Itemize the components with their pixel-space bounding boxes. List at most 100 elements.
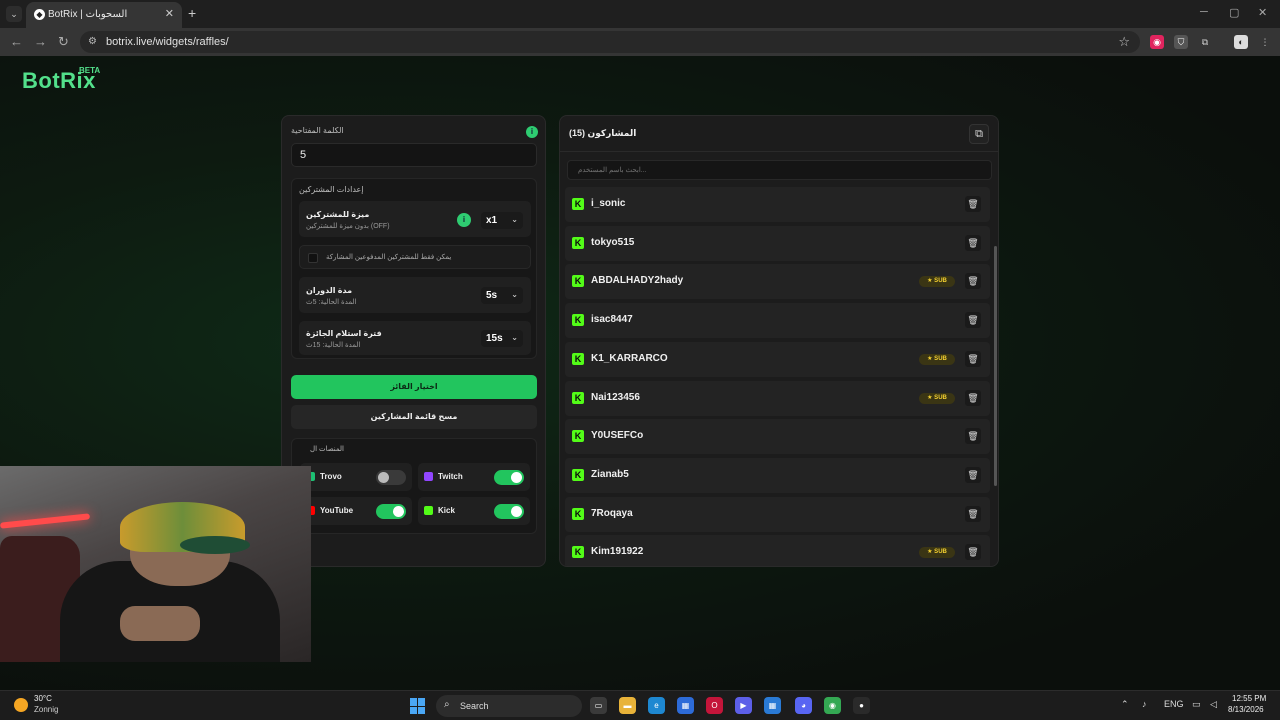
settings-title: إعدادات المشتركين [299,185,364,194]
media-icon[interactable]: ▶ [735,697,752,714]
kick-toggle[interactable] [494,504,524,519]
microphone-icon[interactable]: ♪ [1142,699,1147,709]
youtube-toggle[interactable] [376,504,406,519]
subs-only-row[interactable]: يمكن فقط للمشتركين المدفوعين المشاركة [299,245,531,269]
minimize-button[interactable]: ─ [1200,6,1208,18]
participant-row[interactable]: K K1_KARRARCO ★ SUB 🗑 [565,341,990,377]
site-info-icon[interactable]: ⚙ [88,36,97,47]
trovo-toggle[interactable] [376,470,406,485]
tab-close-icon[interactable]: ✕ [165,7,174,20]
roll-duration-row: مدة الدوران المدة الحالية: 5ث 5s ⌄ [299,277,531,313]
kick-icon: K [572,198,584,210]
trash-icon[interactable]: 🗑 [965,273,981,290]
subs-only-checkbox[interactable] [308,253,318,263]
sub-bonus-select[interactable]: x1 ⌄ [481,212,523,229]
obs-icon[interactable]: ● [853,697,870,714]
participant-row[interactable]: K Zianab5 🗑 [565,457,990,493]
taskbar-search[interactable]: ⌕ Search [436,695,582,717]
forward-button[interactable]: → [34,34,47,49]
back-button[interactable]: ← [10,34,23,49]
browser-tab[interactable]: ◆ BotRix | السحوبات ✕ [26,2,182,28]
platform-trovo: Trovo [300,463,412,491]
clock-time[interactable]: 12:55 PM [1232,694,1266,703]
kick-icon: K [572,391,584,404]
participant-name: Nai123456 [591,391,640,403]
file-explorer-icon[interactable]: ▬ [619,697,636,714]
close-window-button[interactable]: ✕ [1258,6,1267,19]
profile-icon[interactable]: ◐ [1234,35,1248,49]
webcam-overlay [0,466,311,662]
pick-winner-button[interactable]: اختيار الفائز [291,375,537,399]
chrome-icon[interactable]: ◉ [824,697,841,714]
trash-icon[interactable]: 🗑 [965,350,981,367]
sub-bonus-info-icon[interactable]: i [457,213,471,227]
reload-button[interactable]: ↻ [58,34,69,50]
app-grid-icon[interactable]: ▦ [764,697,781,714]
trash-icon[interactable]: 🗑 [965,544,981,561]
extensions-puzzle-icon[interactable]: ⧉ [1198,35,1212,49]
tray-overflow-icon[interactable]: ⌃ [1121,699,1129,710]
trash-icon[interactable]: 🗑 [965,505,981,522]
claim-time-select[interactable]: 15s ⌄ [481,330,523,347]
clear-list-button[interactable]: مسح قائمة المشاركين [291,405,537,429]
windows-taskbar: 30°C Zonnig ⌕ Search ▭ ▬ e ▦ O ▶ ▦ ◕ ◉ ●… [0,690,1280,720]
kick-icon [424,506,433,515]
shield-extension-icon[interactable]: ⛉ [1174,35,1188,49]
keyword-label: الكلمة المفتاحية [291,126,344,135]
chevron-down-icon: ⌄ [511,333,518,342]
platform-name: Twitch [438,472,463,481]
weather-condition[interactable]: Zonnig [34,705,58,714]
sub-bonus-row: ميزة للمشتركين بدون ميزة للمشتركين (OFF)… [299,201,531,237]
sun-icon[interactable] [14,698,28,712]
edge-icon[interactable]: e [648,697,665,714]
trash-icon[interactable]: 🗑 [965,312,981,329]
list-scrollbar[interactable] [994,246,997,486]
platform-kick: Kick [418,497,530,525]
sub-badge: ★ SUB [919,547,955,559]
store-icon[interactable]: ▦ [677,697,694,714]
participant-row[interactable]: Ktokyo515 🗑 [565,225,990,261]
sub-bonus-value: x1 [486,215,498,226]
sub-bonus-sub: بدون ميزة للمشتركين (OFF) [306,223,390,230]
bookmark-star-icon[interactable]: ☆ [1118,34,1130,50]
weather-temp[interactable]: 30°C [34,694,52,703]
participant-row[interactable]: K Y0USEFCo 🗑 [565,419,990,455]
trash-icon[interactable]: 🗑 [965,196,981,212]
network-icon[interactable]: ▭ [1192,699,1201,710]
language-indicator[interactable]: ENG [1164,699,1184,709]
address-bar[interactable]: ⚙ botrix.live/widgets/raffles/ ☆ [80,31,1140,53]
tab-list-button[interactable]: ⌄ [6,6,22,22]
trash-icon[interactable]: 🗑 [965,234,981,251]
sub-badge: ★ SUB [919,276,955,288]
copy-icon[interactable]: ⧉ [969,124,989,144]
claim-time-sub: المدة الحالية: 15ث [306,342,361,349]
opera-icon[interactable]: O [706,697,723,714]
participant-row[interactable]: K ABDALHADY2hady ★ SUB 🗑 [565,264,990,300]
participant-name: isac8447 [591,314,633,326]
participant-search-input[interactable] [567,160,992,180]
twitch-toggle[interactable] [494,470,524,485]
menu-dots-icon[interactable]: ⋮ [1258,35,1272,49]
volume-icon[interactable]: ◁ [1210,699,1217,710]
roll-duration-select[interactable]: 5s ⌄ [481,287,523,304]
trash-icon[interactable]: 🗑 [965,428,981,445]
task-view-icon[interactable]: ▭ [590,697,607,714]
keyword-input[interactable] [291,143,537,167]
participant-row[interactable]: K Kim191922 ★ SUB 🗑 [565,535,990,566]
participant-row[interactable]: Kisac8447 🗑 [565,303,990,339]
chevron-down-icon: ⌄ [511,215,518,224]
participant-row[interactable]: K 7Roqaya 🗑 [565,496,990,532]
participant-row[interactable]: Ki_sonic 🗑 [565,187,990,222]
kick-icon: K [572,468,584,481]
trash-icon[interactable]: 🗑 [965,466,981,483]
discord-icon[interactable]: ◕ [795,697,812,714]
participant-row[interactable]: K Nai123456 ★ SUB 🗑 [565,380,990,416]
trash-icon[interactable]: 🗑 [965,389,981,406]
clock-date[interactable]: 8/13/2026 [1228,705,1264,714]
info-icon[interactable]: i [526,126,538,138]
maximize-button[interactable]: ▢ [1229,6,1239,19]
windows-start-icon[interactable] [410,698,426,714]
new-tab-button[interactable]: + [188,5,196,21]
claim-time-row: فترة استلام الجائزة المدة الحالية: 15ث 1… [299,321,531,355]
extension-red-icon[interactable]: ◉ [1150,35,1164,49]
